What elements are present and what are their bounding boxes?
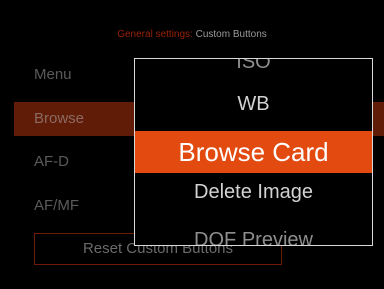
option-dof-preview[interactable]: DOF Preview (135, 223, 372, 245)
settings-breadcrumb: General settings: (117, 29, 193, 40)
option-delete-image[interactable]: Delete Image (135, 175, 372, 209)
page-title-text: Custom Buttons (195, 29, 267, 40)
page-title: General settings: Custom Buttons (0, 28, 384, 42)
option-iso[interactable]: ISO (135, 59, 372, 77)
button-assignment-picker: ISO WB Browse Card Delete Image DOF Prev… (134, 58, 373, 246)
option-wb[interactable]: WB (135, 87, 372, 121)
option-browse-card[interactable]: Browse Card (135, 131, 372, 173)
camera-settings-screen: General settings: Custom Buttons Menu Br… (0, 0, 384, 289)
